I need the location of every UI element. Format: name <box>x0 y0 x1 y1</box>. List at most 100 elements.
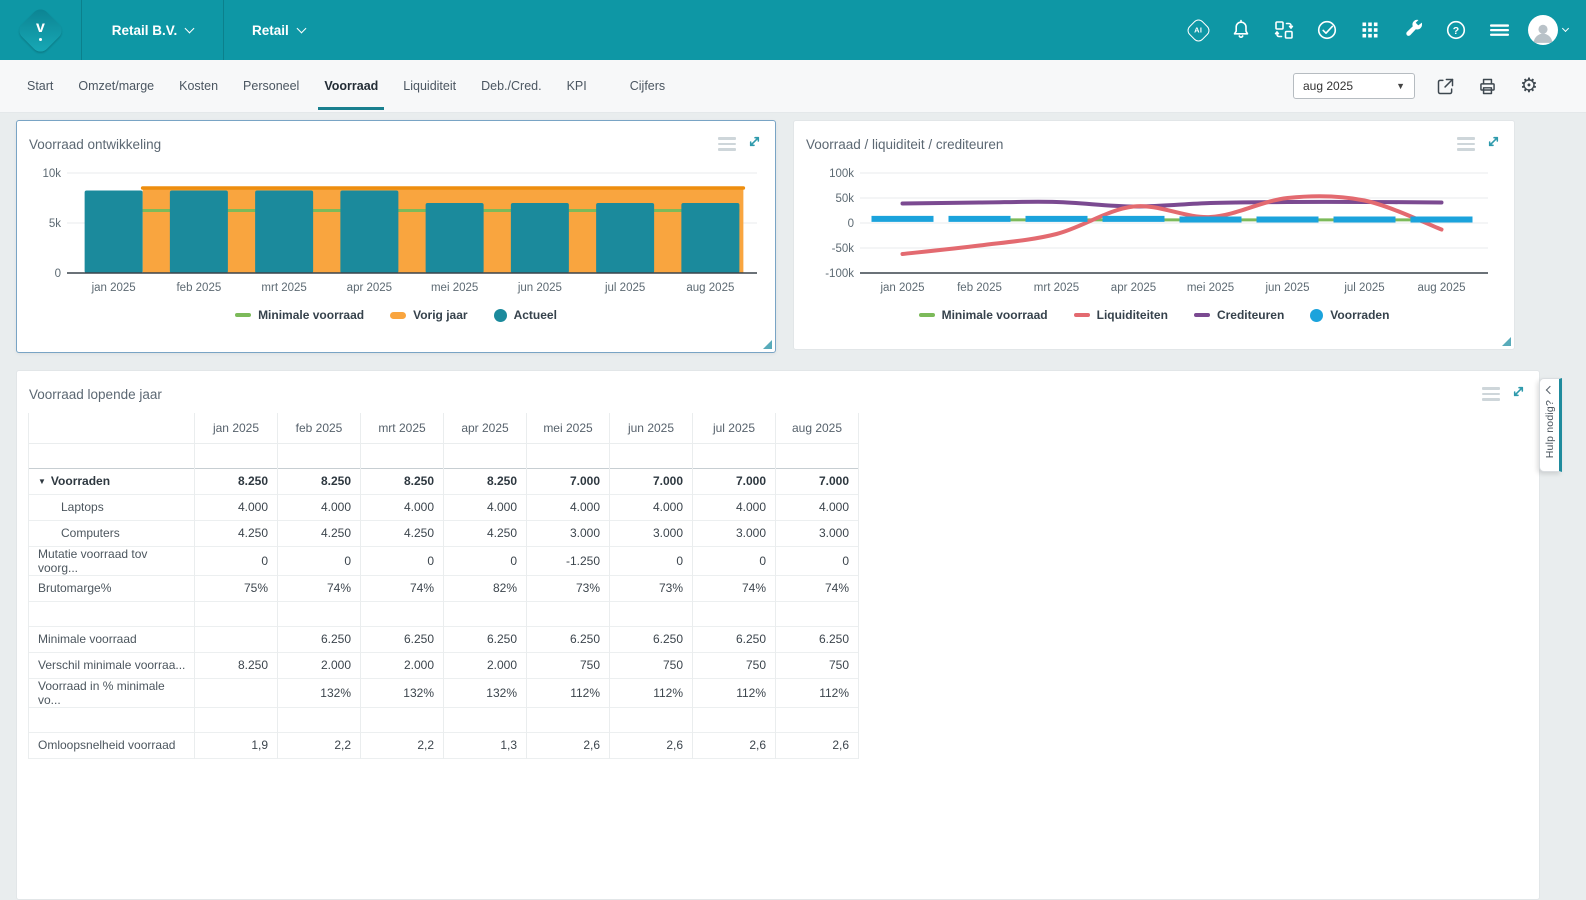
visionplanner-logo[interactable]: v <box>16 5 65 54</box>
tab-kosten[interactable]: Kosten <box>177 60 220 112</box>
cell-value: -1.250 <box>527 546 610 575</box>
voorraad-liquiditeit-chart: 100k50k0-50k-100kjan 2025feb 2025mrt 202… <box>802 157 1504 307</box>
expand-icon[interactable] <box>746 133 763 155</box>
column-header-jun-2025: jun 2025 <box>610 413 693 443</box>
cell-value <box>195 678 278 707</box>
column-header-apr-2025: apr 2025 <box>444 413 527 443</box>
cell-value: 750 <box>610 652 693 678</box>
print-button[interactable] <box>1475 74 1499 98</box>
cell-value: 7.000 <box>776 468 859 494</box>
tasks-button[interactable] <box>1313 16 1341 44</box>
cell-value: 0 <box>278 546 361 575</box>
cell-value: 74% <box>776 575 859 601</box>
legend-swatch <box>1310 309 1323 322</box>
legend-liquiditeiten[interactable]: Liquiditeiten <box>1074 308 1168 322</box>
svg-text:100k: 100k <box>829 168 854 180</box>
notifications-button[interactable] <box>1227 16 1255 44</box>
svg-text:-50k: -50k <box>832 243 855 255</box>
print-icon <box>1477 76 1498 97</box>
table-row-voorraden: ▼Voorraden8.2508.2508.2508.2507.0007.000… <box>29 468 859 494</box>
company-selector[interactable]: Retail B.V. <box>82 0 224 60</box>
cell-value: 132% <box>278 678 361 707</box>
spacer-row <box>29 601 859 626</box>
apps-button[interactable] <box>1356 16 1384 44</box>
legend-vorig-jaar[interactable]: Vorig jaar <box>390 308 467 322</box>
svg-text:aug 2025: aug 2025 <box>686 282 734 294</box>
ai-assistant-button[interactable]: AI <box>1184 16 1212 44</box>
cell-value: 3.000 <box>610 520 693 546</box>
menu-button[interactable] <box>1485 16 1513 44</box>
resize-handle[interactable] <box>1502 337 1511 346</box>
tab-kpi[interactable]: KPI <box>565 60 589 112</box>
sync-button[interactable] <box>1270 16 1298 44</box>
settings-button[interactable]: ⚙ <box>1517 74 1541 98</box>
table-row-laptops: Laptops4.0004.0004.0004.0004.0004.0004.0… <box>29 494 859 520</box>
tab-start[interactable]: Start <box>25 60 55 112</box>
svg-text:0: 0 <box>848 218 854 230</box>
tab-omzet-marge[interactable]: Omzet/marge <box>76 60 156 112</box>
cell-value: 4.250 <box>444 520 527 546</box>
row-label: Laptops <box>29 494 195 520</box>
expand-icon[interactable] <box>1485 133 1502 155</box>
table-corner-cell <box>29 413 195 443</box>
user-menu[interactable] <box>1528 15 1568 45</box>
logo-section: v <box>0 0 82 60</box>
dropdown-caret-icon: ▼ <box>1396 81 1405 91</box>
voorraad-table: jan 2025feb 2025mrt 2025apr 2025mei 2025… <box>28 413 859 759</box>
cell-value: 7.000 <box>693 468 776 494</box>
collapse-icon[interactable]: ▼ <box>38 477 46 486</box>
legend-crediteuren[interactable]: Crediteuren <box>1194 308 1284 322</box>
company-name: Retail B.V. <box>112 23 178 38</box>
help-tab[interactable]: Hulp nodig? <box>1539 378 1562 472</box>
help-button[interactable]: ? <box>1442 16 1470 44</box>
tools-button[interactable] <box>1399 16 1427 44</box>
cell-value: 4.000 <box>278 494 361 520</box>
widget-menu-icon[interactable] <box>1482 387 1500 401</box>
cell-value: 3.000 <box>693 520 776 546</box>
row-label[interactable]: ▼Voorraden <box>29 468 195 494</box>
column-header-mei-2025: mei 2025 <box>527 413 610 443</box>
view-selector[interactable]: Retail <box>224 0 333 60</box>
legend-voorraden[interactable]: Voorraden <box>1310 308 1389 322</box>
voorraad-ontwikkeling-chart: 10k5k0jan 2025feb 2025mrt 2025apr 2025me… <box>23 157 767 307</box>
tab-deb-cred[interactable]: Deb./Cred. <box>479 60 543 112</box>
chart-legend: Minimale voorraad Vorig jaar Actueel <box>17 308 775 322</box>
cell-value: 4.000 <box>693 494 776 520</box>
spacer-row <box>29 707 859 732</box>
cell-value: 1,9 <box>195 732 278 758</box>
tab-liquiditeit[interactable]: Liquiditeit <box>401 60 458 112</box>
cell-value: 4.000 <box>776 494 859 520</box>
cell-value: 2,6 <box>527 732 610 758</box>
row-label: Mutatie voorraad tov voorg... <box>29 546 195 575</box>
widget-menu-icon[interactable] <box>718 137 736 151</box>
cell-value: 82% <box>444 575 527 601</box>
svg-text:apr 2025: apr 2025 <box>1111 282 1156 294</box>
help-tab-label: Hulp nodig? <box>1544 400 1556 458</box>
cell-value: 0 <box>361 546 444 575</box>
period-select[interactable]: aug 2025 ▼ <box>1293 73 1415 99</box>
gear-icon: ⚙ <box>1520 76 1538 96</box>
expand-icon[interactable] <box>1510 383 1527 405</box>
tab-personeel[interactable]: Personeel <box>241 60 301 112</box>
resize-handle[interactable] <box>763 340 772 349</box>
tab-cijfers[interactable]: Cijfers <box>628 60 667 112</box>
table-row-verschil-minimale-voorraa: Verschil minimale voorraa...8.2502.0002.… <box>29 652 859 678</box>
legend-minimale-voorraad[interactable]: Minimale voorraad <box>235 308 364 322</box>
legend-actueel[interactable]: Actueel <box>494 308 557 322</box>
spacer-row <box>29 443 859 468</box>
widget-menu-icon[interactable] <box>1457 137 1475 151</box>
cell-value: 4.000 <box>610 494 693 520</box>
svg-text:feb 2025: feb 2025 <box>957 282 1002 294</box>
row-label: Brutomarge% <box>29 575 195 601</box>
cell-value: 2,2 <box>278 732 361 758</box>
cell-value: 4.000 <box>361 494 444 520</box>
cell-value: 0 <box>444 546 527 575</box>
widget-voorraad-lopende-jaar: Voorraad lopende jaar jan 2025feb 2025mr… <box>16 370 1540 900</box>
legend-label: Minimale voorraad <box>258 308 364 322</box>
export-button[interactable] <box>1433 74 1457 98</box>
cell-value: 0 <box>610 546 693 575</box>
tab-voorraad[interactable]: Voorraad <box>322 60 380 112</box>
legend-minimale-voorraad[interactable]: Minimale voorraad <box>919 308 1048 322</box>
svg-text:jul 2025: jul 2025 <box>1343 282 1384 294</box>
svg-text:jan 2025: jan 2025 <box>91 282 136 294</box>
